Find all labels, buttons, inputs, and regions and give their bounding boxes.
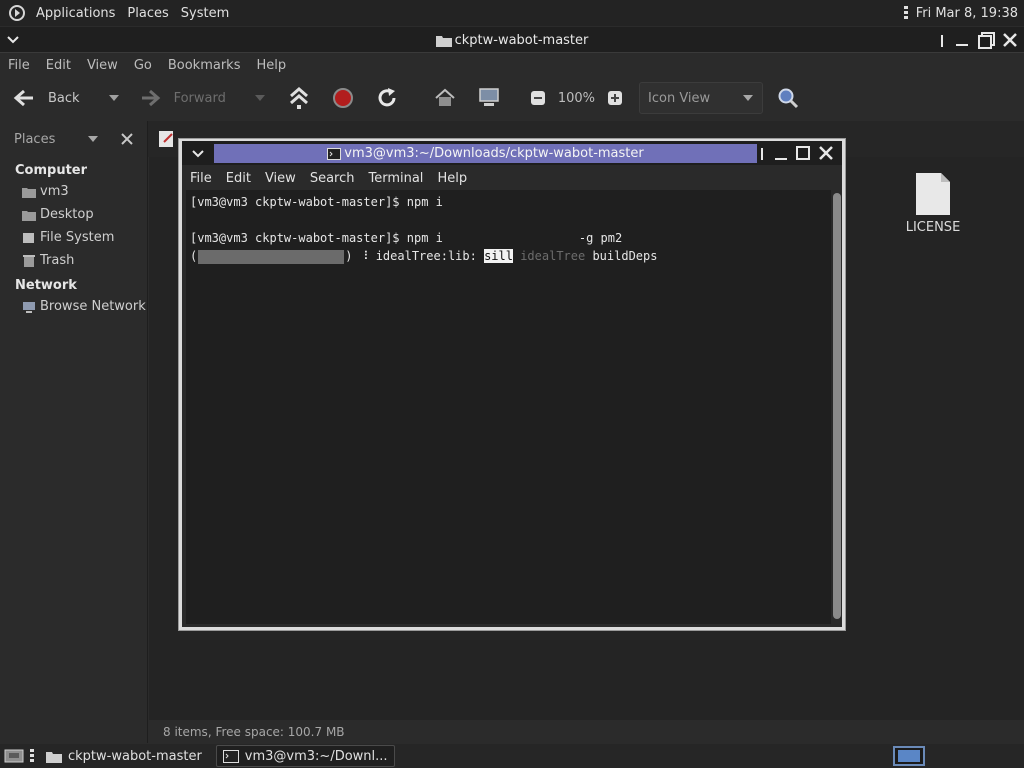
sidebar-item-desktop[interactable]: Desktop bbox=[0, 203, 147, 226]
file-manager-toolbar: Back Forward 100% Icon View bbox=[0, 77, 1024, 119]
back-arrow-icon bbox=[13, 89, 33, 107]
terminal-frame: vm3@vm3:~/Downloads/ckptw-wabot-master F… bbox=[182, 141, 842, 627]
edit-location-icon[interactable] bbox=[156, 128, 178, 150]
sidebar-item-trash[interactable]: Trash bbox=[0, 249, 147, 272]
terminal-scrollbar[interactable] bbox=[833, 193, 841, 619]
top-panel: Applications Places System Fri Mar 8, 19… bbox=[0, 0, 1024, 26]
places-menu[interactable]: Places bbox=[121, 6, 174, 21]
search-icon[interactable] bbox=[777, 87, 799, 109]
bottom-panel: ckptw-wabot-master vm3@vm3:~/Downl... bbox=[0, 744, 1024, 768]
menu-go[interactable]: Go bbox=[126, 58, 160, 73]
sidebar-title[interactable]: Places bbox=[14, 132, 55, 147]
zoom-level: 100% bbox=[557, 90, 596, 106]
folder-icon bbox=[46, 751, 62, 763]
file-manager-titlebar[interactable]: ckptw-wabot-master bbox=[0, 27, 1024, 53]
minimize-icon[interactable] bbox=[954, 30, 970, 50]
sidebar-header: Places bbox=[0, 121, 147, 157]
terminal-line: () ⠸ idealTree:lib: sill idealTree build… bbox=[190, 249, 658, 264]
reload-icon[interactable] bbox=[376, 87, 398, 109]
drive-icon bbox=[23, 232, 34, 243]
redacted-progress-bar bbox=[198, 249, 345, 264]
back-history-chevron-icon[interactable] bbox=[108, 93, 120, 103]
vertical-dots-icon[interactable] bbox=[30, 748, 34, 764]
network-icon bbox=[23, 301, 35, 313]
terminal-menubar: File Edit View Search Terminal Help bbox=[182, 167, 842, 189]
computer-icon[interactable] bbox=[478, 87, 500, 109]
terminal-window[interactable]: vm3@vm3:~/Downloads/ckptw-wabot-master F… bbox=[178, 138, 846, 631]
terminal-titlebar[interactable]: vm3@vm3:~/Downloads/ckptw-wabot-master bbox=[182, 141, 842, 165]
vertical-dots-icon[interactable] bbox=[903, 5, 908, 21]
terminal-line: [vm3@vm3 ckptw-wabot-master]$ npm i -g pm… bbox=[190, 231, 623, 245]
menu-file[interactable]: File bbox=[0, 58, 38, 73]
clock[interactable]: Fri Mar 8, 19:38 bbox=[916, 6, 1018, 21]
text-file-icon bbox=[916, 173, 950, 215]
zoom-in-icon[interactable] bbox=[607, 90, 623, 106]
minimize-icon[interactable] bbox=[774, 147, 788, 161]
show-desktop-icon[interactable] bbox=[4, 747, 24, 765]
trash-icon bbox=[23, 254, 35, 267]
forward-button[interactable]: Forward bbox=[140, 82, 226, 114]
term-menu-view[interactable]: View bbox=[257, 171, 302, 186]
close-icon[interactable] bbox=[1002, 30, 1018, 50]
places-sidebar: Places Computer vm3 Desktop File System … bbox=[0, 121, 148, 743]
terminal-line: [vm3@vm3 ckptw-wabot-master]$ npm i bbox=[190, 195, 443, 209]
view-mode-dropdown[interactable]: Icon View bbox=[639, 82, 764, 114]
desktop-folder-icon bbox=[22, 210, 36, 221]
gnome-foot-icon[interactable] bbox=[8, 4, 26, 22]
close-icon[interactable] bbox=[819, 146, 833, 160]
term-menu-file[interactable]: File bbox=[182, 171, 218, 186]
file-manager-menubar: File Edit View Go Bookmarks Help bbox=[0, 53, 1024, 77]
maximize-icon[interactable] bbox=[796, 146, 810, 160]
up-icon[interactable] bbox=[288, 86, 310, 110]
window-menu-chevron-icon[interactable] bbox=[191, 147, 205, 161]
status-bar: 8 items, Free space: 100.7 MB bbox=[149, 720, 1024, 743]
zoom-out-icon[interactable] bbox=[530, 90, 546, 106]
status-text: 8 items, Free space: 100.7 MB bbox=[163, 724, 345, 739]
terminal-icon bbox=[222, 749, 239, 763]
folder-icon bbox=[435, 35, 452, 47]
term-menu-terminal[interactable]: Terminal bbox=[360, 171, 429, 186]
file-item-license[interactable]: LICENSE bbox=[900, 172, 966, 235]
chevron-down-icon bbox=[743, 95, 754, 101]
sidebar-item-browse-network[interactable]: Browse Network bbox=[0, 295, 147, 318]
sidebar-item-vm3[interactable]: vm3 bbox=[0, 180, 147, 203]
home-icon[interactable] bbox=[434, 88, 456, 108]
workspace-switcher-icon[interactable] bbox=[893, 746, 925, 766]
maximize-icon[interactable] bbox=[978, 30, 996, 50]
menu-edit[interactable]: Edit bbox=[38, 58, 79, 73]
menu-bookmarks[interactable]: Bookmarks bbox=[160, 58, 249, 73]
terminal-title: vm3@vm3:~/Downloads/ckptw-wabot-master bbox=[214, 144, 757, 163]
term-menu-help[interactable]: Help bbox=[429, 171, 473, 186]
terminal-icon bbox=[327, 147, 342, 160]
terminal-screen[interactable]: [vm3@vm3 ckptw-wabot-master]$ npm i [vm3… bbox=[186, 190, 831, 624]
applications-menu[interactable]: Applications bbox=[30, 6, 121, 21]
term-menu-edit[interactable]: Edit bbox=[218, 171, 257, 186]
log-level-badge: sill bbox=[484, 249, 513, 263]
window-title: ckptw-wabot-master bbox=[454, 32, 589, 48]
home-folder-icon bbox=[22, 187, 36, 198]
close-sidebar-icon[interactable] bbox=[121, 133, 133, 145]
chevron-down-icon[interactable] bbox=[87, 134, 99, 144]
term-menu-search[interactable]: Search bbox=[302, 171, 361, 186]
forward-arrow-icon bbox=[141, 89, 160, 107]
window-sep-icon bbox=[941, 35, 943, 47]
back-button[interactable]: Back bbox=[12, 82, 80, 114]
taskbar-item-file-manager[interactable]: ckptw-wabot-master bbox=[40, 745, 208, 767]
menu-help[interactable]: Help bbox=[248, 58, 294, 73]
sidebar-section-computer: Computer bbox=[15, 163, 88, 178]
sidebar-item-file-system[interactable]: File System bbox=[0, 226, 147, 249]
window-sep-icon bbox=[761, 148, 763, 160]
stop-icon[interactable] bbox=[332, 87, 354, 109]
taskbar-item-terminal[interactable]: vm3@vm3:~/Downl... bbox=[215, 745, 395, 767]
system-menu[interactable]: System bbox=[175, 6, 235, 21]
menu-view[interactable]: View bbox=[79, 58, 126, 73]
forward-history-chevron-icon[interactable] bbox=[254, 93, 266, 103]
sidebar-section-network: Network bbox=[15, 278, 77, 293]
